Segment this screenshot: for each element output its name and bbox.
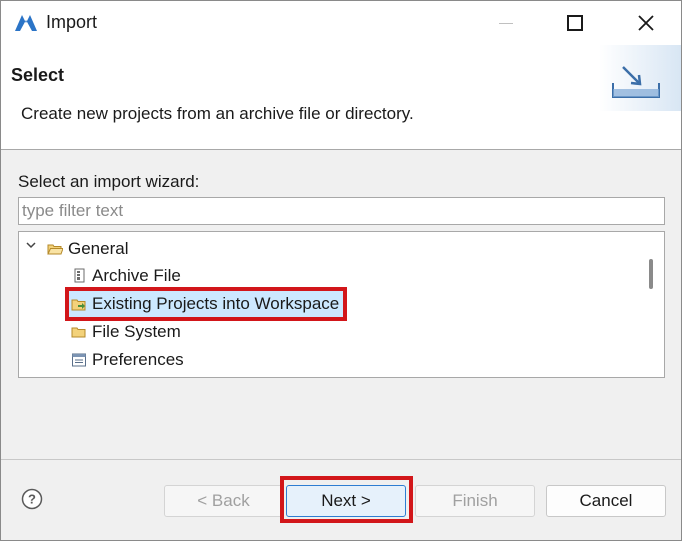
folder-icon bbox=[71, 327, 86, 338]
folder-open-icon bbox=[47, 244, 63, 255]
tree-item-preferences[interactable]: Preferences bbox=[71, 347, 184, 373]
import-wizard-graphic bbox=[599, 45, 681, 111]
page-title: Select bbox=[11, 65, 65, 85]
chevron-down-icon[interactable] bbox=[25, 239, 37, 251]
footer-divider bbox=[1, 459, 681, 460]
page-description: Create new projects from an archive file… bbox=[21, 104, 414, 123]
filter-input[interactable] bbox=[18, 197, 665, 225]
title-bar: Import bbox=[1, 1, 681, 45]
help-icon[interactable]: ? bbox=[21, 488, 43, 510]
filter-label: Select an import wizard: bbox=[18, 172, 200, 191]
archive-file-icon bbox=[74, 268, 85, 283]
tree-item-label: File System bbox=[92, 322, 181, 341]
minimize-icon bbox=[499, 22, 513, 24]
maximize-icon bbox=[567, 15, 583, 31]
close-button[interactable] bbox=[623, 1, 669, 45]
import-dialog: Import Select Create new projects from a… bbox=[0, 0, 682, 541]
tree-scrollbar[interactable] bbox=[638, 232, 664, 377]
maximize-button[interactable] bbox=[552, 1, 598, 45]
back-button[interactable]: < Back bbox=[164, 485, 283, 517]
cancel-button[interactable]: Cancel bbox=[546, 485, 666, 517]
tree-item-general[interactable]: General bbox=[47, 236, 128, 262]
eclipse-logo-icon bbox=[15, 15, 37, 31]
tree-item-label: Archive File bbox=[92, 266, 181, 285]
tree-item-existing-projects[interactable]: Existing Projects into Workspace bbox=[64, 287, 348, 321]
tree-item-archive-file[interactable]: Archive File bbox=[71, 263, 181, 289]
next-button-highlight bbox=[280, 476, 413, 523]
wizard-header: Select Create new projects from an archi… bbox=[1, 45, 681, 150]
tree-item-label: General bbox=[68, 239, 129, 258]
tree-item-label: Preferences bbox=[92, 350, 184, 369]
window-title: Import bbox=[46, 12, 98, 32]
wizard-tree: General Archive File Existing Projects i… bbox=[18, 231, 665, 378]
tree-item-label: Existing Projects into Workspace bbox=[92, 294, 340, 313]
existing-projects-icon bbox=[71, 299, 86, 311]
preferences-icon bbox=[72, 353, 86, 367]
close-icon bbox=[638, 15, 654, 31]
svg-text:?: ? bbox=[28, 492, 36, 507]
tree-item-file-system[interactable]: File System bbox=[71, 319, 181, 345]
scrollbar-thumb[interactable] bbox=[649, 259, 653, 289]
minimize-button[interactable] bbox=[483, 1, 529, 45]
finish-button[interactable]: Finish bbox=[415, 485, 535, 517]
